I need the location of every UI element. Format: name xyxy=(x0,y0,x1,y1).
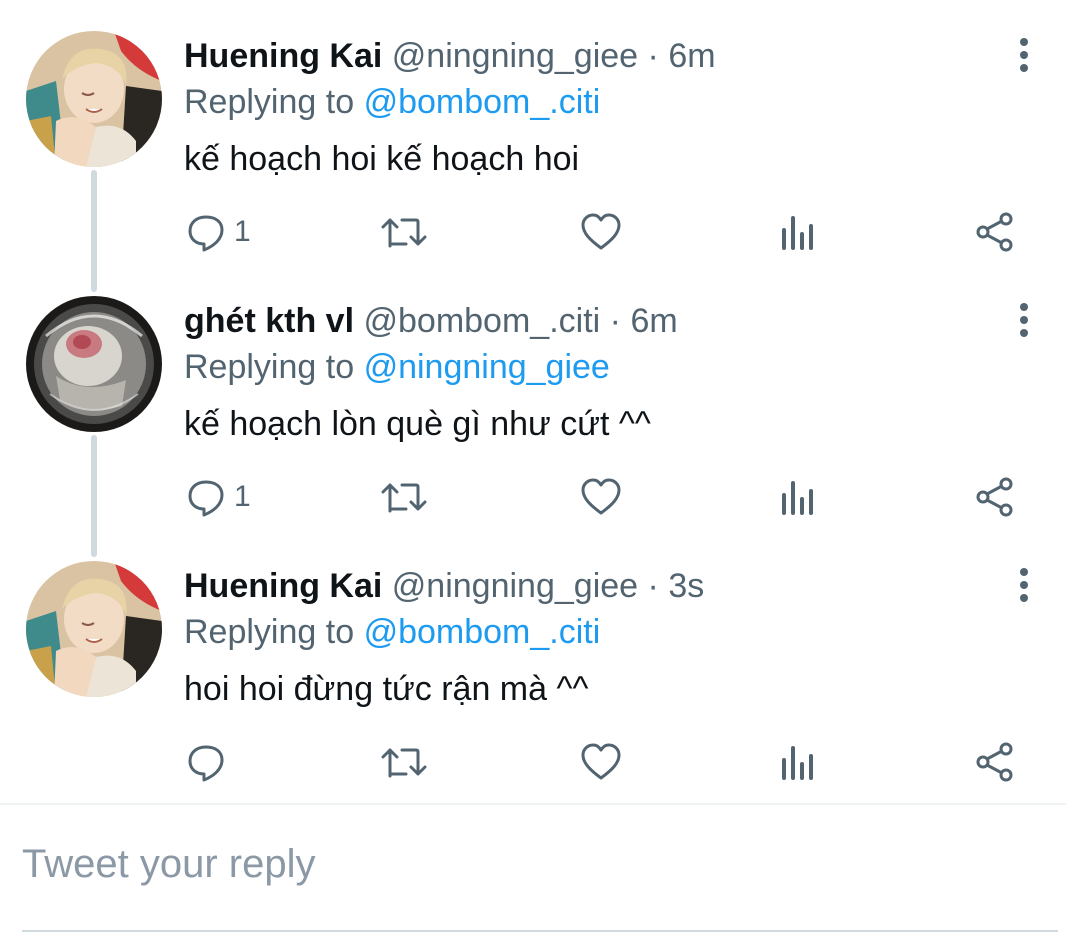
mention-link[interactable]: @bombom_.citi xyxy=(364,83,601,121)
tweet-text: kế hoạch lòn què gì như cứt ^^ xyxy=(184,405,651,443)
share-icon xyxy=(976,742,1013,782)
mention-link[interactable]: @ningning_giee xyxy=(364,348,610,386)
reply-count: 1 xyxy=(234,215,251,248)
timestamp[interactable]: 6m xyxy=(630,302,677,340)
tweet-actions xyxy=(0,738,1066,786)
timestamp[interactable]: 3s xyxy=(668,567,704,605)
handle[interactable]: @ningning_giee xyxy=(392,567,638,605)
display-name[interactable]: ghét kth vl xyxy=(184,302,354,340)
reply-button[interactable] xyxy=(186,738,234,786)
stats-button[interactable] xyxy=(778,208,818,256)
stats-icon xyxy=(782,481,813,515)
reply-button[interactable]: 1 xyxy=(186,208,251,256)
separator: · xyxy=(609,302,621,340)
share-button[interactable] xyxy=(974,473,1016,521)
tweet[interactable]: Huening Kai @ningning_giee · 6m Replying… xyxy=(0,0,1066,265)
display-name[interactable]: Huening Kai xyxy=(184,37,382,75)
more-icon[interactable] xyxy=(1016,38,1032,74)
stats-button[interactable] xyxy=(778,738,818,786)
retweet-icon xyxy=(381,218,427,248)
timestamp[interactable]: 6m xyxy=(668,37,715,75)
tweet-actions: 1 xyxy=(0,208,1066,256)
more-icon[interactable] xyxy=(1016,303,1032,339)
like-button[interactable] xyxy=(580,738,622,786)
stats-icon xyxy=(782,746,813,780)
separator: · xyxy=(647,37,659,75)
replying-to: Replying to @bombom_.citi xyxy=(184,82,600,122)
like-icon xyxy=(581,743,621,780)
share-button[interactable] xyxy=(974,208,1016,256)
stats-icon xyxy=(782,216,813,250)
share-button[interactable] xyxy=(974,738,1016,786)
avatar[interactable] xyxy=(26,296,162,432)
mention-link[interactable]: @bombom_.citi xyxy=(364,613,601,651)
separator: · xyxy=(647,567,659,605)
tweet-text: kế hoạch hoi kế hoạch hoi xyxy=(184,140,580,178)
reply-icon xyxy=(188,480,224,517)
tweet-header: ghét kth vl @bombom_.citi · 6m xyxy=(184,301,678,341)
reply-input[interactable]: Tweet your reply xyxy=(22,842,315,887)
reply-count: 1 xyxy=(234,480,251,513)
like-icon xyxy=(581,478,621,515)
like-button[interactable] xyxy=(580,208,622,256)
avatar[interactable] xyxy=(26,31,162,167)
like-icon xyxy=(581,213,621,250)
reply-button[interactable]: 1 xyxy=(186,473,251,521)
stats-button[interactable] xyxy=(778,473,818,521)
divider xyxy=(0,803,1066,805)
handle[interactable]: @bombom_.citi xyxy=(363,302,600,340)
retweet-button[interactable] xyxy=(380,738,428,786)
tweet-actions: 1 xyxy=(0,473,1066,521)
input-underline xyxy=(22,930,1058,932)
tweet-header: Huening Kai @ningning_giee · 3s xyxy=(184,566,704,606)
more-icon[interactable] xyxy=(1016,568,1032,604)
tweet[interactable]: ghét kth vl @bombom_.citi · 6m Replying … xyxy=(0,265,1066,530)
tweet-text: hoi hoi đừng tức rận mà ^^ xyxy=(184,670,589,708)
like-button[interactable] xyxy=(580,473,622,521)
replying-to: Replying to @ningning_giee xyxy=(184,347,610,387)
tweet-header: Huening Kai @ningning_giee · 6m xyxy=(184,36,716,76)
handle[interactable]: @ningning_giee xyxy=(392,37,638,75)
reply-icon xyxy=(188,745,224,782)
display-name[interactable]: Huening Kai xyxy=(184,567,382,605)
share-icon xyxy=(976,477,1013,517)
retweet-button[interactable] xyxy=(380,208,428,256)
retweet-icon xyxy=(381,483,427,513)
replying-prefix: Replying to xyxy=(184,83,355,121)
replying-prefix: Replying to xyxy=(184,613,355,651)
share-icon xyxy=(976,212,1013,252)
reply-icon xyxy=(188,215,224,252)
retweet-button[interactable] xyxy=(380,473,428,521)
tweet[interactable]: Huening Kai @ningning_giee · 3s Replying… xyxy=(0,530,1066,795)
retweet-icon xyxy=(381,748,427,778)
avatar[interactable] xyxy=(26,561,162,697)
replying-prefix: Replying to xyxy=(184,348,355,386)
replying-to: Replying to @bombom_.citi xyxy=(184,612,600,652)
